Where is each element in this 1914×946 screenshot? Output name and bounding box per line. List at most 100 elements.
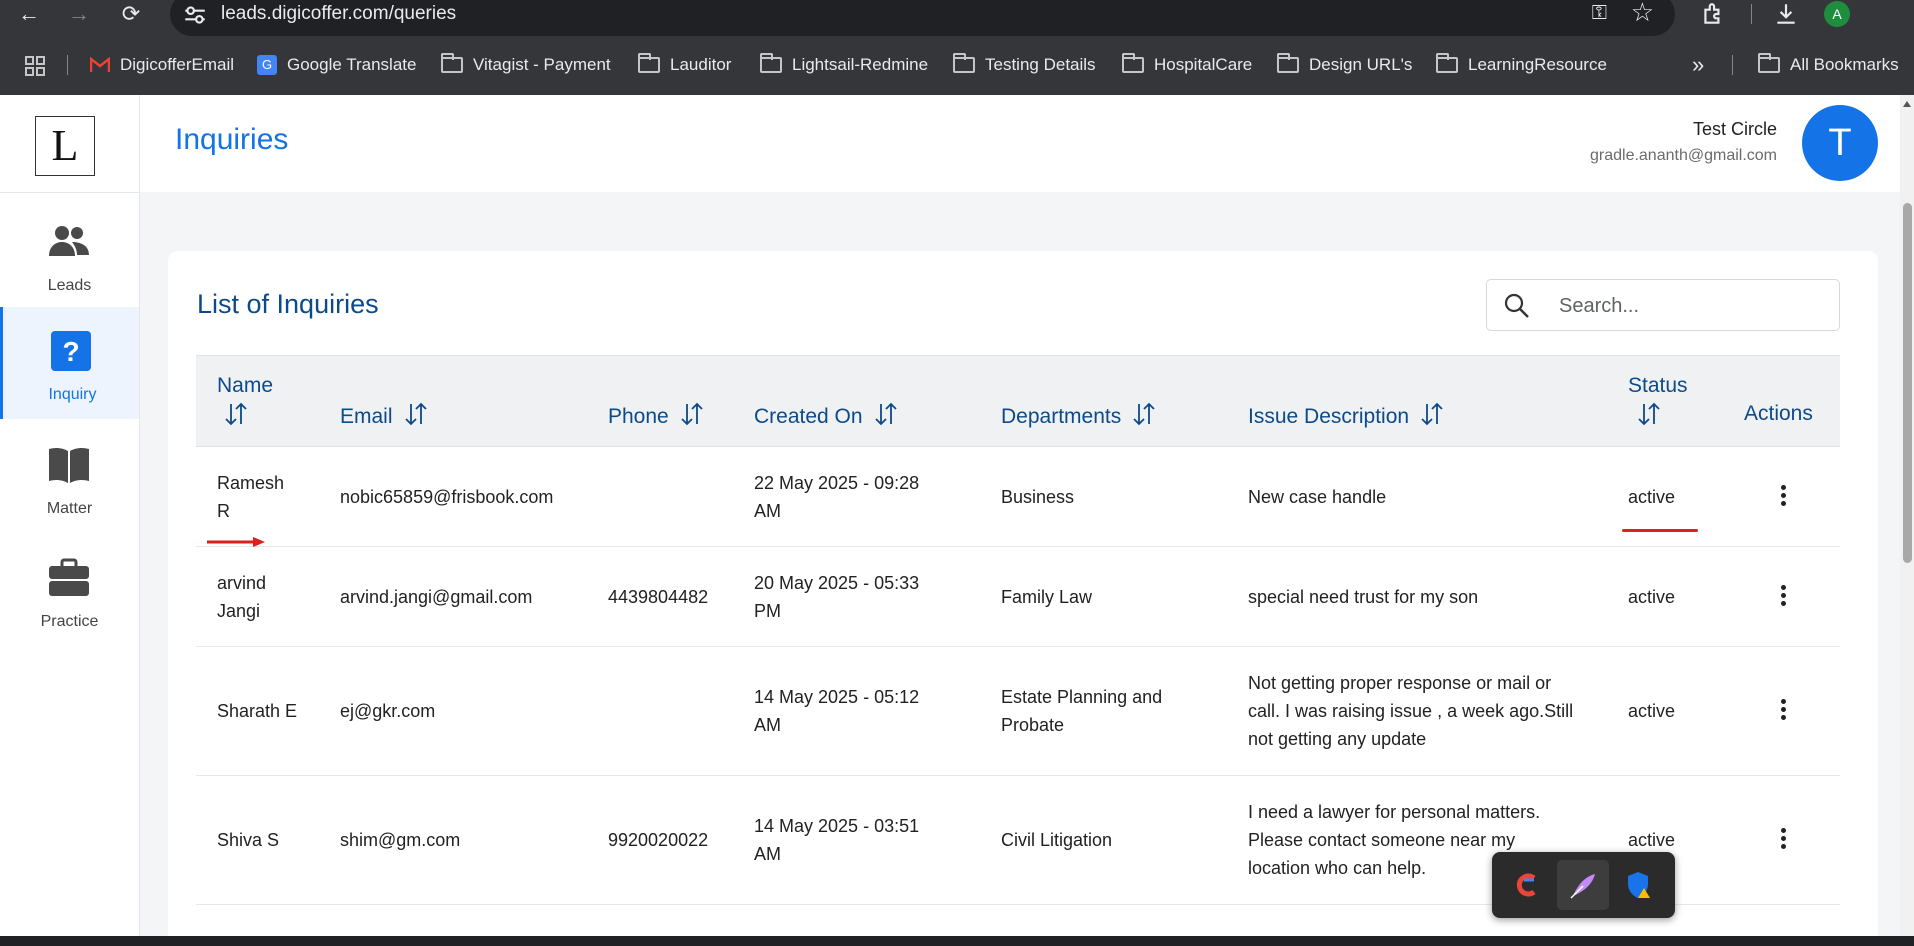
annotation-underline — [1622, 529, 1698, 532]
column-header-name[interactable]: Name — [217, 374, 273, 426]
app-logo[interactable]: L — [35, 116, 95, 176]
cell-email: shim@gm.com — [340, 830, 461, 850]
site-settings-icon[interactable] — [182, 2, 208, 28]
search-box[interactable] — [1486, 279, 1840, 331]
bookmark-digicofferemail[interactable]: DigicofferEmail — [90, 54, 234, 76]
sort-icon[interactable] — [223, 402, 249, 426]
password-key-icon[interactable]: ⚿ — [1592, 2, 1607, 25]
svg-text:?: ? — [62, 336, 79, 367]
url-text[interactable]: leads.digicoffer.com/queries — [221, 3, 456, 25]
briefcase-icon — [49, 558, 89, 596]
table-row[interactable]: Ramesh R nobic65859@frisbook.com 22 May … — [196, 447, 1840, 547]
folder-icon — [1758, 53, 1780, 73]
column-header-created-on[interactable]: Created On — [754, 402, 899, 429]
column-header-phone[interactable]: Phone — [608, 402, 705, 429]
bookmark-lightsail-redmine[interactable]: Lightsail-Redmine — [760, 53, 928, 76]
extension-c-icon[interactable] — [1502, 860, 1554, 910]
cell-phone: 9920020022 — [608, 830, 709, 850]
sidebar-item-label: Practice — [40, 613, 99, 630]
sidebar-item-inquiry[interactable]: ? Inquiry — [0, 307, 139, 419]
cell-name: Sharath E — [217, 701, 298, 721]
all-bookmarks-button[interactable]: All Bookmarks — [1758, 53, 1899, 76]
sidebar-item-leads[interactable]: Leads — [0, 198, 139, 310]
feather-pen-icon[interactable] — [1557, 860, 1609, 910]
bookmark-vitagist-payment[interactable]: Vitagist - Payment — [441, 53, 611, 76]
column-header-actions: Actions — [1744, 402, 1813, 425]
apps-grid-icon[interactable] — [24, 55, 46, 77]
folder-icon — [638, 53, 660, 73]
extensions-icon[interactable] — [1700, 1, 1726, 27]
sort-icon[interactable] — [1131, 402, 1157, 426]
folder-icon — [1122, 53, 1144, 73]
profile-avatar[interactable]: A — [1824, 1, 1850, 27]
search-icon — [1504, 293, 1529, 318]
search-input[interactable] — [1559, 292, 1819, 320]
cell-email: arvind.jangi@gmail.com — [340, 587, 533, 607]
table-row[interactable]: Sharath E ej@gkr.com 14 May 2025 - 05:12… — [196, 647, 1840, 776]
more-bookmarks-button[interactable]: » — [1692, 54, 1704, 76]
browser-chrome: ← → ⟳ leads.digicoffer.com/queries ⚿ ☆ A… — [0, 0, 1914, 95]
sort-icon[interactable] — [1636, 402, 1662, 426]
sidebar-item-label: Matter — [46, 500, 93, 517]
address-bar[interactable]: leads.digicoffer.com/queries ⚿ ☆ — [170, 0, 1675, 36]
book-icon — [49, 447, 89, 483]
bookmark-learningresource[interactable]: LearningResource — [1436, 53, 1607, 76]
scroll-up-icon[interactable] — [1903, 101, 1911, 107]
cell-status: active — [1628, 701, 1676, 721]
column-header-departments[interactable]: Departments — [1001, 402, 1157, 429]
user-name: Test Circle — [1692, 119, 1777, 139]
sort-icon[interactable] — [873, 402, 899, 426]
sort-icon[interactable] — [679, 402, 705, 426]
more-actions-icon[interactable] — [1773, 697, 1793, 725]
bookmark-testing-details[interactable]: Testing Details — [953, 53, 1096, 76]
bookmark-star-icon[interactable]: ☆ — [1631, 0, 1654, 28]
column-header-issue-description[interactable]: Issue Description — [1248, 402, 1445, 429]
sort-icon[interactable] — [1419, 402, 1445, 426]
cell-name: Shiva S — [217, 830, 280, 850]
bookmark-hospitalcare[interactable]: HospitalCare — [1122, 53, 1252, 76]
cell-created-on: 14 May 2025 - 03:51 AM — [754, 816, 920, 864]
user-avatar[interactable]: T — [1802, 105, 1878, 181]
cell-created-on: 14 May 2025 - 05:12 AM — [754, 687, 920, 735]
cell-issue: New case handle — [1248, 487, 1387, 507]
scroll-thumb[interactable] — [1903, 203, 1912, 563]
column-header-email[interactable]: Email — [340, 402, 429, 429]
cell-issue: Not getting proper response or mail or c… — [1248, 673, 1574, 749]
table-header: Name Email Phone Created On Departments … — [196, 355, 1840, 447]
sidebar-item-label: Leads — [47, 277, 92, 294]
more-actions-icon[interactable] — [1773, 483, 1793, 511]
user-email: gradle.ananth@gmail.com — [1589, 147, 1777, 164]
back-icon[interactable]: ← — [14, 0, 44, 28]
cell-name: arvind Jangi — [217, 573, 267, 621]
bookmarks-divider — [1732, 55, 1733, 75]
translate-icon: G — [257, 55, 277, 75]
cell-email: ej@gkr.com — [340, 701, 436, 721]
page-header: Inquiries Test Circle gradle.ananth@gmai… — [140, 95, 1914, 192]
more-actions-icon[interactable] — [1773, 826, 1793, 854]
page-scrollbar[interactable] — [1900, 95, 1914, 936]
cell-created-on: 20 May 2025 - 05:33 PM — [754, 573, 920, 621]
folder-icon — [1436, 53, 1458, 73]
cell-status: active — [1628, 587, 1676, 607]
sidebar-item-matter[interactable]: Matter — [0, 421, 139, 533]
cell-status: active — [1628, 830, 1676, 850]
folder-icon — [1277, 53, 1299, 73]
forward-icon[interactable]: → — [64, 0, 94, 28]
users-icon — [49, 226, 89, 256]
sidebar-item-practice[interactable]: Practice — [0, 534, 139, 646]
cell-department: Civil Litigation — [1001, 830, 1113, 850]
shield-warning-icon[interactable] — [1612, 860, 1664, 910]
bookmark-lauditor[interactable]: Lauditor — [638, 53, 731, 76]
download-icon[interactable] — [1773, 1, 1799, 27]
more-actions-icon[interactable] — [1773, 583, 1793, 611]
table-row[interactable]: arvind Jangi arvind.jangi@gmail.com 4439… — [196, 547, 1840, 647]
sidebar-divider — [0, 192, 140, 193]
folder-icon — [953, 53, 975, 73]
reload-icon[interactable]: ⟳ — [116, 0, 146, 28]
column-header-status[interactable]: Status — [1628, 374, 1688, 426]
folder-icon — [760, 53, 782, 73]
sort-icon[interactable] — [403, 402, 429, 426]
bookmark-design-urls[interactable]: Design URL's — [1277, 53, 1412, 76]
os-taskbar — [0, 936, 1914, 946]
bookmark-google-translate[interactable]: G Google Translate — [257, 54, 416, 76]
